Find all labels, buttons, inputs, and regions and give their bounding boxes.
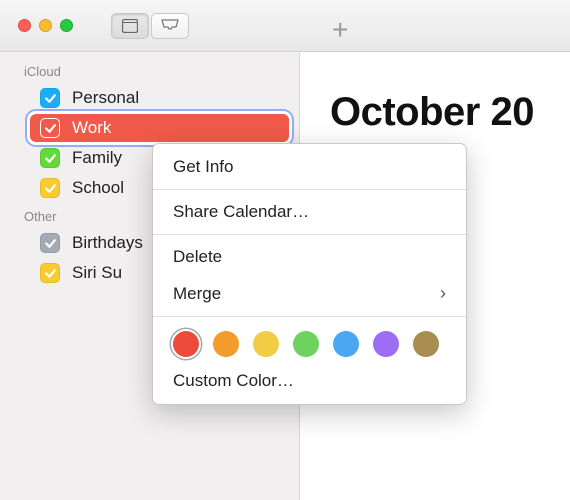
color-swatch-yellow[interactable] (253, 331, 279, 357)
section-header-icloud: iCloud (0, 58, 299, 83)
checkbox-icon[interactable] (40, 148, 60, 168)
chevron-right-icon: › (440, 283, 446, 304)
menu-item-delete[interactable]: Delete (153, 239, 466, 275)
menu-separator (153, 316, 466, 317)
calendar-label: Personal (72, 88, 139, 108)
menu-separator (153, 189, 466, 190)
calendar-item-work[interactable]: Work (0, 113, 299, 143)
calendar-label: School (72, 178, 124, 198)
month-title: October 20 (330, 90, 570, 135)
close-window-button[interactable] (18, 19, 31, 32)
menu-item-custom-color[interactable]: Custom Color… (153, 363, 466, 399)
menu-separator (153, 234, 466, 235)
checkbox-icon[interactable] (40, 88, 60, 108)
checkbox-icon[interactable] (40, 233, 60, 253)
color-picker-row (153, 321, 466, 363)
zoom-window-button[interactable] (60, 19, 73, 32)
checkbox-icon[interactable] (40, 118, 60, 138)
color-swatch-orange[interactable] (213, 331, 239, 357)
menu-item-share[interactable]: Share Calendar… (153, 194, 466, 230)
color-swatch-red[interactable] (173, 331, 199, 357)
color-swatch-blue[interactable] (333, 331, 359, 357)
calendars-sidebar-button[interactable] (111, 13, 149, 39)
color-swatch-purple[interactable] (373, 331, 399, 357)
menu-item-get-info[interactable]: Get Info (153, 149, 466, 185)
color-swatch-brown[interactable] (413, 331, 439, 357)
menu-item-merge[interactable]: Merge› (153, 275, 466, 312)
add-event-button[interactable]: + (332, 14, 348, 46)
calendar-item-personal[interactable]: Personal (0, 83, 299, 113)
checkbox-icon[interactable] (40, 263, 60, 283)
inbox-button[interactable] (151, 13, 189, 39)
calendar-label: Birthdays (72, 233, 143, 253)
calendar-label: Family (72, 148, 122, 168)
titlebar (0, 0, 570, 52)
minimize-window-button[interactable] (39, 19, 52, 32)
context-menu: Get Info Share Calendar… Delete Merge› C… (152, 143, 467, 405)
calendar-label: Siri Su (72, 263, 122, 283)
window-controls (18, 19, 73, 32)
calendar-label: Work (72, 118, 111, 138)
color-swatch-green[interactable] (293, 331, 319, 357)
checkbox-icon[interactable] (40, 178, 60, 198)
